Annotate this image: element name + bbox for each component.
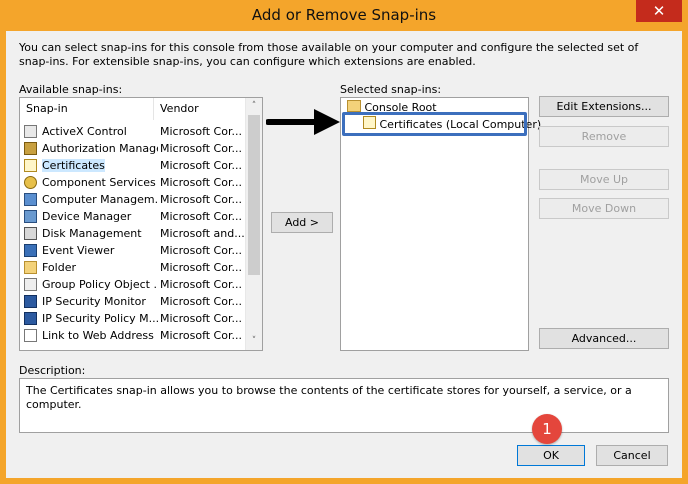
description-text: The Certificates snap-in allows you to b… — [26, 384, 632, 411]
list-scrollbar[interactable]: ˄ ˅ — [245, 98, 262, 350]
list-item[interactable]: IP Security Policy M... Microsoft Cor... — [20, 310, 246, 327]
device-manager-icon — [24, 210, 37, 223]
group-policy-icon — [24, 278, 37, 291]
list-item[interactable]: Authorization Manager Microsoft Cor... — [20, 140, 246, 157]
computer-management-icon — [24, 193, 37, 206]
scroll-up-icon[interactable]: ˄ — [246, 98, 262, 115]
certificate-icon — [24, 159, 37, 172]
title-bar: Add or Remove Snap-ins ✕ — [0, 0, 688, 31]
activex-icon — [24, 125, 37, 138]
link-icon — [24, 329, 37, 342]
ip-security-monitor-icon — [24, 295, 37, 308]
scroll-thumb[interactable] — [248, 115, 260, 275]
add-button[interactable]: Add > — [271, 212, 333, 233]
window-title: Add or Remove Snap-ins — [251, 6, 437, 24]
remove-button[interactable]: Remove — [539, 126, 669, 147]
step-badge: 1 — [532, 414, 562, 444]
disk-management-icon — [24, 227, 37, 240]
column-header-vendor[interactable]: Vendor — [154, 98, 246, 120]
move-up-button[interactable]: Move Up — [539, 169, 669, 190]
available-snapins-list[interactable]: Snap-in Vendor ActiveX Control Microsoft… — [19, 97, 263, 351]
ip-security-policy-icon — [24, 312, 37, 325]
cancel-button[interactable]: Cancel — [596, 445, 668, 466]
description-box: The Certificates snap-in allows you to b… — [19, 378, 669, 433]
edit-extensions-button[interactable]: Edit Extensions... — [539, 96, 669, 117]
intro-text: You can select snap-ins for this console… — [19, 41, 639, 68]
list-item[interactable]: Folder Microsoft Cor... — [20, 259, 246, 276]
list-item[interactable]: Link to Web Address Microsoft Cor... — [20, 327, 246, 344]
scroll-down-icon[interactable]: ˅ — [246, 333, 262, 350]
event-viewer-icon — [24, 244, 37, 257]
close-icon: ✕ — [652, 2, 666, 20]
list-item[interactable]: Group Policy Object ... Microsoft Cor... — [20, 276, 246, 293]
close-button[interactable]: ✕ — [636, 0, 682, 22]
move-down-button[interactable]: Move Down — [539, 198, 669, 219]
highlight-annotation — [342, 112, 527, 136]
folder-icon — [24, 261, 37, 274]
description-label: Description: — [19, 364, 86, 377]
list-item[interactable]: IP Security Monitor Microsoft Cor... — [20, 293, 246, 310]
list-item[interactable]: ActiveX Control Microsoft Cor... — [20, 123, 246, 140]
available-snapins-label: Available snap-ins: — [19, 83, 123, 96]
advanced-button[interactable]: Advanced... — [539, 328, 669, 349]
list-item-certificates[interactable]: Certificates Microsoft Cor... — [20, 157, 246, 174]
authorization-icon — [24, 142, 37, 155]
arrow-annotation-icon — [266, 109, 340, 135]
list-item[interactable]: Computer Managem... Microsoft Cor... — [20, 191, 246, 208]
list-item[interactable]: Event Viewer Microsoft Cor... — [20, 242, 246, 259]
component-services-icon — [24, 176, 37, 189]
list-item[interactable]: Component Services Microsoft Cor... — [20, 174, 246, 191]
ok-button[interactable]: OK — [517, 445, 585, 466]
folder-icon — [347, 100, 361, 112]
selected-snapins-label: Selected snap-ins: — [340, 83, 442, 96]
list-item[interactable]: Device Manager Microsoft Cor... — [20, 208, 246, 225]
list-item[interactable]: Disk Management Microsoft and... — [20, 225, 246, 242]
column-header-snapin[interactable]: Snap-in — [20, 98, 154, 120]
